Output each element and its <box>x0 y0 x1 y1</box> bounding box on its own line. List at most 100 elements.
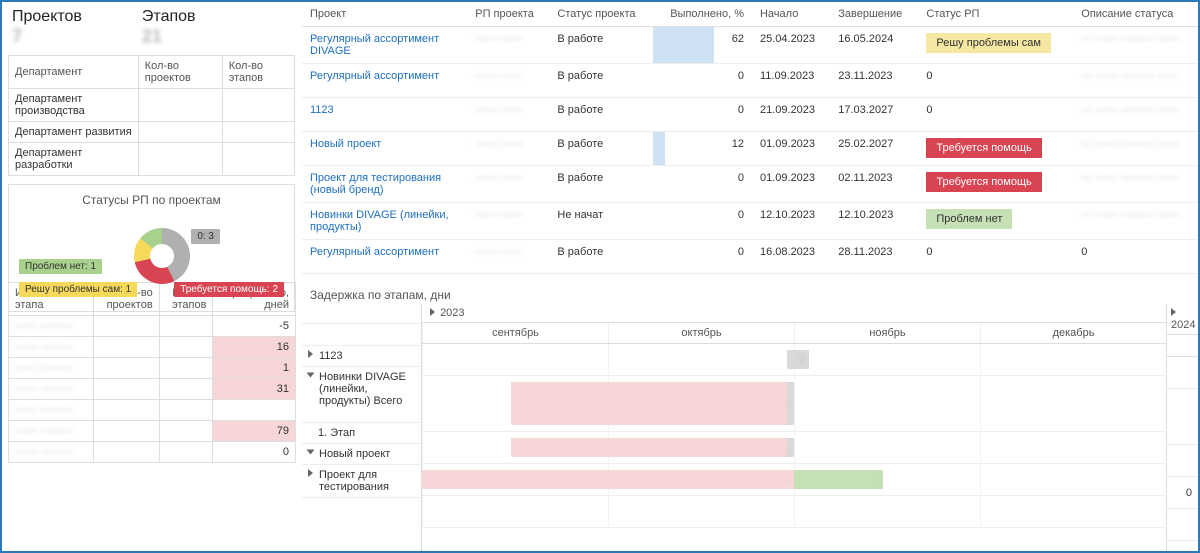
gantt-bar[interactable]: . <box>787 438 794 457</box>
projects-header-1[interactable]: РП проекта <box>467 2 549 27</box>
donut-legend-help[interactable]: Требуется помощь: 2 <box>174 282 284 297</box>
gantt-year-left[interactable]: 2023 <box>440 307 464 319</box>
project-link[interactable]: Новинки DIVAGE (линейки, продукты) <box>310 209 449 233</box>
stage-row[interactable]: —— ——— -5 <box>9 316 296 337</box>
gantt-month-header[interactable]: декабрь <box>980 323 1166 343</box>
stage-row[interactable]: —— ——— 79 <box>9 421 296 442</box>
gantt-body-row[interactable]: .. <box>422 432 1166 464</box>
status-donut-card: Статусы РП по проектам 0: 3 Проблем нет:… <box>8 184 295 312</box>
gantt-row-label[interactable]: 1123 <box>302 346 421 367</box>
gantt-month-header[interactable]: сентябрь <box>422 323 608 343</box>
stage-p <box>94 421 160 442</box>
dept-header-stages[interactable]: Кол-во этапов <box>222 56 294 89</box>
project-link[interactable]: 1123 <box>310 104 334 116</box>
gantt-bar[interactable]: . <box>794 470 883 489</box>
project-link[interactable]: Регулярный ассортимент DIVAGE <box>310 33 439 57</box>
projects-header-4[interactable]: Начало <box>752 2 830 27</box>
donut-legend-ok[interactable]: Проблем нет: 1 <box>19 259 102 274</box>
kpi-stages-value: 21 <box>142 26 196 47</box>
proj-status: В работе <box>549 27 653 64</box>
dept-header-projects[interactable]: Кол-во проектов <box>138 56 222 89</box>
projects-header-2[interactable]: Статус проекта <box>549 2 653 27</box>
proj-end: 17.03.2027 <box>830 98 918 132</box>
gantt-row-text: Проект для тестирования <box>319 469 415 493</box>
stage-late: 1 <box>213 358 296 379</box>
rp-status-text: 0 <box>926 70 932 82</box>
expand-year-icon[interactable] <box>430 308 435 316</box>
project-link[interactable]: Регулярный ассортимент <box>310 246 439 258</box>
proj-desc: — —— ——— —— <box>1073 98 1198 132</box>
gantt-chart[interactable]: Задержка по этапам, дни 1123Новинки DIVA… <box>302 282 1198 551</box>
stage-row[interactable]: —— ——— <box>9 400 296 421</box>
stage-late: 16 <box>213 337 296 358</box>
projects-table[interactable]: ПроектРП проектаСтатус проектаВыполнено,… <box>302 2 1198 274</box>
kpi-projects-label: Проектов <box>12 8 82 26</box>
stage-row[interactable]: —— ——— 1 <box>9 358 296 379</box>
projects-header-7[interactable]: Описание статуса <box>1073 2 1198 27</box>
projects-header-3[interactable]: Выполнено, % <box>653 2 752 27</box>
project-row[interactable]: Новый проект—— ——В работе1201.09.202325.… <box>302 132 1198 166</box>
project-row[interactable]: Проект для тестирования (новый бренд)—— … <box>302 166 1198 203</box>
project-row[interactable]: Регулярный ассортимент—— ——В работе011.0… <box>302 64 1198 98</box>
stage-p <box>94 337 160 358</box>
stage-s <box>159 379 213 400</box>
gantt-right-value: 0 <box>1167 477 1198 509</box>
gantt-body-row[interactable]: .. <box>422 376 1166 432</box>
kpi-row: Проектов 7 Этапов 21 <box>8 6 295 55</box>
gantt-row-label[interactable]: Новый проект <box>302 444 421 465</box>
project-link[interactable]: Регулярный ассортимент <box>310 70 439 82</box>
gantt-row-label[interactable]: 1. Этап <box>302 423 421 444</box>
project-row[interactable]: 1123—— ——В работе021.09.202317.03.20270—… <box>302 98 1198 132</box>
proj-rp-status: 0 <box>918 64 1073 98</box>
gantt-month-header[interactable]: октябрь <box>608 323 794 343</box>
project-link[interactable]: Новый проект <box>310 138 381 150</box>
stage-s <box>159 421 213 442</box>
gantt-year-right[interactable]: 2024 <box>1171 319 1195 331</box>
gantt-row-label[interactable]: Проект для тестирования <box>302 465 421 498</box>
gantt-body-row[interactable]: .. <box>422 464 1166 496</box>
gantt-bar[interactable]: . <box>422 470 794 489</box>
proj-pct: 0 <box>653 203 752 240</box>
gantt-body-row[interactable] <box>422 496 1166 528</box>
stage-row[interactable]: —— ——— 0 <box>9 442 296 463</box>
dept-row[interactable]: Департамент производства <box>9 89 295 122</box>
projects-header-0[interactable]: Проект <box>302 2 467 27</box>
stage-exec: —— ——— <box>9 400 94 421</box>
dept-name: Департамент производства <box>9 89 139 122</box>
expand-year-right-icon[interactable] <box>1171 308 1176 316</box>
donut-legend-none[interactable]: 0: 3 <box>191 229 220 244</box>
expand-row-icon[interactable] <box>308 350 313 358</box>
dept-projects <box>138 143 222 176</box>
donut-chart[interactable] <box>134 228 190 284</box>
proj-end: 28.11.2023 <box>830 240 918 274</box>
gantt-body-row[interactable]: 0 <box>422 344 1166 376</box>
project-row[interactable]: Регулярный ассортимент DIVAGE—— ——В рабо… <box>302 27 1198 64</box>
proj-end: 23.11.2023 <box>830 64 918 98</box>
expand-row-icon[interactable] <box>307 373 315 378</box>
proj-desc: — —— ——— —— <box>1073 64 1198 98</box>
rp-status-text: 0 <box>926 246 932 258</box>
gantt-month-header[interactable]: ноябрь <box>794 323 980 343</box>
project-link[interactable]: Проект для тестирования (новый бренд) <box>310 172 441 196</box>
proj-start: 16.08.2023 <box>752 240 830 274</box>
gantt-bar[interactable]: . <box>511 438 794 457</box>
stage-exec: —— ——— <box>9 421 94 442</box>
projects-header-5[interactable]: Завершение <box>830 2 918 27</box>
gantt-right-value <box>1167 445 1198 477</box>
department-table[interactable]: Департамент Кол-во проектов Кол-во этапо… <box>8 55 295 176</box>
stage-row[interactable]: —— ——— 16 <box>9 337 296 358</box>
dept-row[interactable]: Департамент развития <box>9 122 295 143</box>
donut-legend-self[interactable]: Решу проблемы сам: 1 <box>19 282 137 297</box>
gantt-bar[interactable]: . <box>511 382 794 425</box>
project-row[interactable]: Новинки DIVAGE (линейки, продукты)—— ——Н… <box>302 203 1198 240</box>
expand-row-icon[interactable] <box>307 450 315 455</box>
dept-header-name[interactable]: Департамент <box>9 56 139 89</box>
expand-row-icon[interactable] <box>308 469 313 477</box>
proj-pct: 0 <box>653 240 752 274</box>
project-row[interactable]: Регулярный ассортимент—— ——В работе016.0… <box>302 240 1198 274</box>
stage-row[interactable]: —— ——— 31 <box>9 379 296 400</box>
projects-header-6[interactable]: Статус РП <box>918 2 1073 27</box>
gantt-row-label[interactable]: Новинки DIVAGE (линейки, продукты) Всего <box>302 367 421 423</box>
gantt-bar[interactable]: . <box>787 382 794 425</box>
dept-row[interactable]: Департамент разработки <box>9 143 295 176</box>
